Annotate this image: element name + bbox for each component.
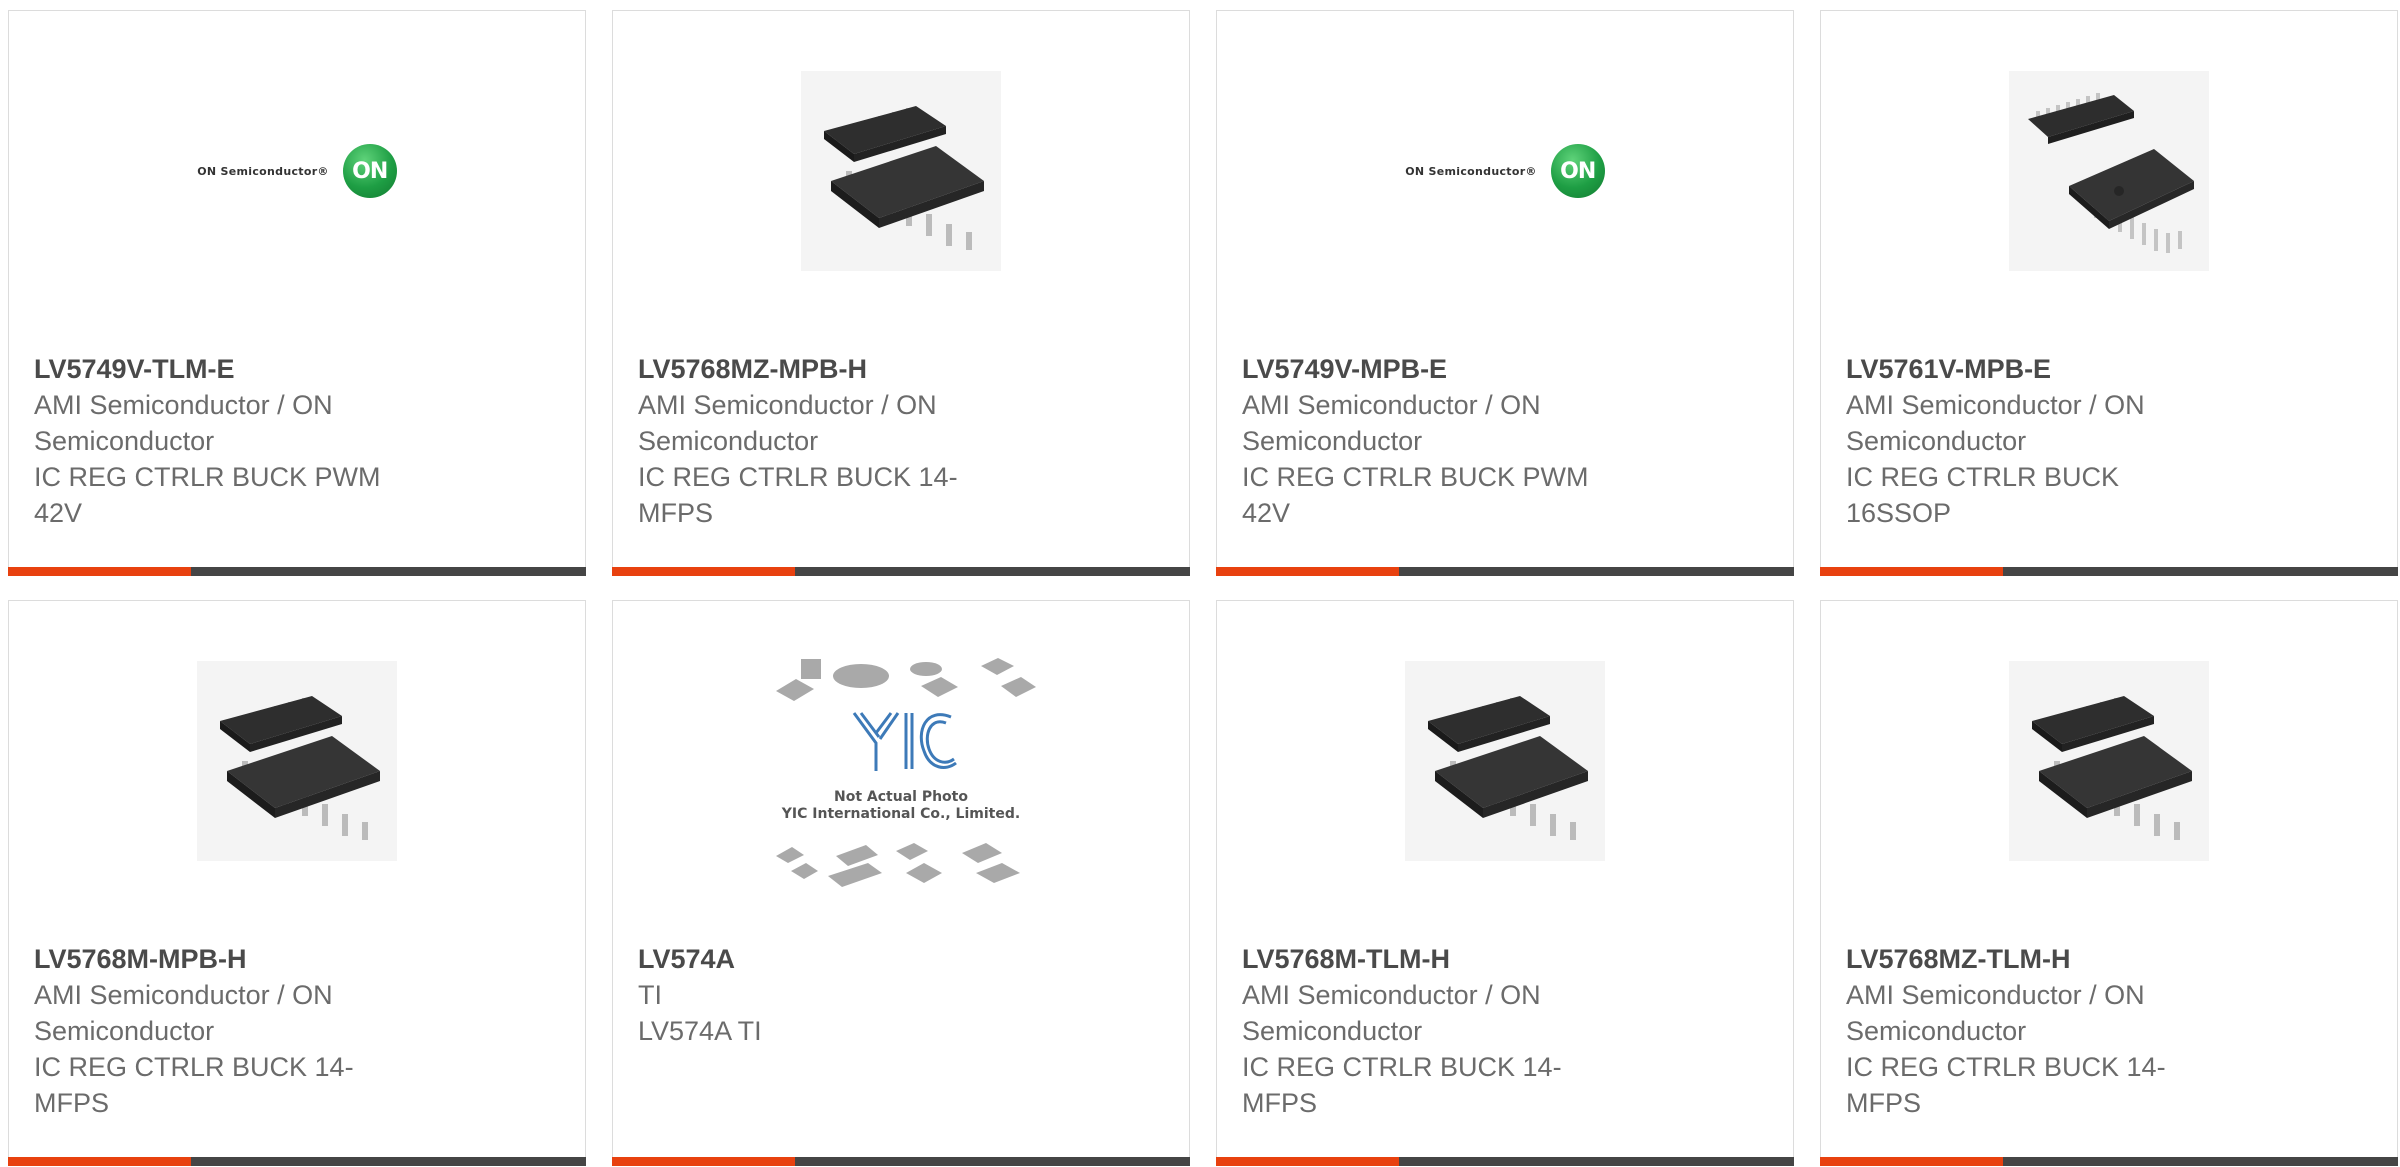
soic-chip-photo — [197, 661, 397, 861]
manufacturer: AMI Semiconductor / ON Semiconductor — [1846, 390, 2145, 456]
part-number-link[interactable]: LV5768MZ-MPB-H — [638, 351, 1169, 387]
product-info: LV5768MZ-MPB-H AMI Semiconductor / ON Se… — [638, 351, 1169, 531]
manufacturer: AMI Semiconductor / ON Semiconductor — [34, 390, 333, 456]
product-image[interactable] — [1821, 661, 2397, 861]
part-number-link[interactable]: LV5768M-TLM-H — [1242, 941, 1773, 977]
logo-mark: ON — [1550, 144, 1605, 198]
card-accent — [1216, 1157, 1399, 1166]
part-number-link[interactable]: LV574A — [638, 941, 1169, 977]
product-image[interactable]: ON Semiconductor® ON — [1217, 71, 1793, 271]
logo-mark: ON — [342, 144, 397, 198]
soic-chip-photo — [2009, 661, 2209, 861]
part-number-link[interactable]: LV5749V-TLM-E — [34, 351, 565, 387]
part-number-link[interactable]: LV5768MZ-TLM-H — [1846, 941, 2377, 977]
card-accent — [8, 567, 191, 576]
product-image[interactable] — [613, 71, 1189, 271]
part-number-link[interactable]: LV5761V-MPB-E — [1846, 351, 2377, 387]
product-card[interactable]: LV5768MZ-MPB-H AMI Semiconductor / ON Se… — [612, 10, 1190, 576]
ssop-chip-photo — [2009, 71, 2209, 271]
product-info: LV5749V-MPB-E AMI Semiconductor / ON Sem… — [1242, 351, 1773, 531]
product-card[interactable]: LV5768M-MPB-H AMI Semiconductor / ON Sem… — [8, 600, 586, 1166]
product-info: LV5768M-MPB-H AMI Semiconductor / ON Sem… — [34, 941, 565, 1121]
manufacturer: AMI Semiconductor / ON Semiconductor — [1242, 980, 1541, 1046]
card-footer-bar — [1820, 567, 2398, 576]
description: IC REG CTRLR BUCK 14-MFPS — [638, 462, 958, 528]
card-footer-bar — [1216, 1157, 1794, 1166]
description: IC REG CTRLR BUCK PWM 42V — [34, 462, 381, 528]
card-accent — [8, 1157, 191, 1166]
chip-icon — [2028, 93, 2194, 253]
card-footer-bar — [8, 1157, 586, 1166]
soic-chip-photo — [1405, 661, 1605, 861]
placeholder-line1: Not Actual Photo — [834, 789, 968, 805]
manufacturer: AMI Semiconductor / ON Semiconductor — [1242, 390, 1541, 456]
product-card[interactable]: LV5768M-TLM-H AMI Semiconductor / ON Sem… — [1216, 600, 1794, 1166]
card-accent — [612, 567, 795, 576]
card-footer-bar — [1820, 1157, 2398, 1166]
product-image[interactable]: Not Actual Photo YIC International Co., … — [613, 658, 1189, 887]
product-info: LV5749V-TLM-E AMI Semiconductor / ON Sem… — [34, 351, 565, 531]
manufacturer: AMI Semiconductor / ON Semiconductor — [1846, 980, 2145, 1046]
logo-text: ON Semiconductor® — [1405, 164, 1537, 178]
soic-chip-photo — [801, 71, 1001, 271]
chip-icon — [220, 696, 380, 840]
product-info: LV5761V-MPB-E AMI Semiconductor / ON Sem… — [1846, 351, 2377, 531]
description: IC REG CTRLR BUCK 14-MFPS — [1242, 1052, 1562, 1118]
manufacturer: AMI Semiconductor / ON Semiconductor — [638, 390, 937, 456]
placeholder-line2: YIC International Co., Limited. — [781, 806, 1020, 822]
product-card[interactable]: Not Actual Photo YIC International Co., … — [612, 600, 1190, 1166]
card-footer-bar — [1216, 567, 1794, 576]
chip-icon — [2032, 696, 2192, 840]
on-semiconductor-logo: ON Semiconductor® ON — [1405, 144, 1605, 198]
product-image[interactable] — [1821, 71, 2397, 271]
card-accent — [612, 1157, 795, 1166]
card-footer-bar — [612, 567, 1190, 576]
on-semiconductor-logo: ON Semiconductor® ON — [197, 144, 397, 198]
logo-text: ON Semiconductor® — [197, 164, 329, 178]
description: IC REG CTRLR BUCK 16SSOP — [1846, 462, 2120, 528]
product-info: LV574A TI LV574A TI — [638, 941, 1169, 1049]
product-info: LV5768MZ-TLM-H AMI Semiconductor / ON Se… — [1846, 941, 2377, 1121]
card-accent — [1820, 567, 2003, 576]
manufacturer: AMI Semiconductor / ON Semiconductor — [34, 980, 333, 1046]
placeholder-graphic: Not Actual Photo YIC International Co., … — [776, 658, 1036, 887]
yic-placeholder: Not Actual Photo YIC International Co., … — [766, 651, 1036, 891]
description: IC REG CTRLR BUCK 14-MFPS — [1846, 1052, 2166, 1118]
product-card[interactable]: ON Semiconductor® ON LV5749V-MPB-E AMI S… — [1216, 10, 1794, 576]
part-number-link[interactable]: LV5749V-MPB-E — [1242, 351, 1773, 387]
product-card[interactable]: LV5768MZ-TLM-H AMI Semiconductor / ON Se… — [1820, 600, 2398, 1166]
product-info: LV5768M-TLM-H AMI Semiconductor / ON Sem… — [1242, 941, 1773, 1121]
description: IC REG CTRLR BUCK 14-MFPS — [34, 1052, 354, 1118]
product-image[interactable] — [9, 661, 585, 861]
product-grid: ON Semiconductor® ON LV5749V-TLM-E AMI S… — [8, 10, 2400, 1166]
product-image[interactable] — [1217, 661, 1793, 861]
card-footer-bar — [612, 1157, 1190, 1166]
product-card[interactable]: LV5761V-MPB-E AMI Semiconductor / ON Sem… — [1820, 10, 2398, 576]
chip-icon — [1428, 696, 1588, 840]
card-accent — [1820, 1157, 2003, 1166]
description: LV574A TI — [638, 1016, 762, 1046]
product-card[interactable]: ON Semiconductor® ON LV5749V-TLM-E AMI S… — [8, 10, 586, 576]
chip-icon — [824, 106, 984, 250]
description: IC REG CTRLR BUCK PWM 42V — [1242, 462, 1589, 528]
card-footer-bar — [8, 567, 586, 576]
part-number-link[interactable]: LV5768M-MPB-H — [34, 941, 565, 977]
product-image[interactable]: ON Semiconductor® ON — [9, 71, 585, 271]
manufacturer: TI — [638, 980, 662, 1010]
card-accent — [1216, 567, 1399, 576]
